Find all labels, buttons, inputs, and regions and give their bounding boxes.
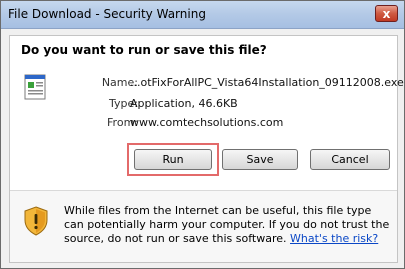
cancel-button[interactable]: Cancel bbox=[310, 149, 390, 170]
window-title: File Download - Security Warning bbox=[8, 7, 206, 21]
file-source-value: www.comtechsolutions.com bbox=[130, 116, 284, 129]
warning-message: While files from the Internet can be use… bbox=[64, 204, 392, 246]
file-name-value: ...otFixForAllPC_Vista64Installation_091… bbox=[130, 76, 404, 89]
save-button[interactable]: Save bbox=[222, 149, 298, 170]
title-bar: File Download - Security Warning x bbox=[1, 1, 404, 29]
dialog-question: Do you want to run or save this file? bbox=[21, 43, 267, 57]
file-type-value: Application, 46.6KB bbox=[130, 97, 238, 110]
run-button[interactable]: Run bbox=[134, 149, 212, 170]
whats-the-risk-link[interactable]: What's the risk? bbox=[290, 232, 378, 245]
close-button[interactable]: x bbox=[375, 5, 398, 22]
warning-area: While files from the Internet can be use… bbox=[10, 191, 397, 262]
dialog-content: Do you want to run or save this file? Na… bbox=[9, 35, 404, 263]
file-download-dialog: File Download - Security Warning x Do yo… bbox=[0, 0, 405, 269]
shield-warning-icon bbox=[24, 206, 48, 236]
application-file-icon bbox=[24, 74, 46, 100]
